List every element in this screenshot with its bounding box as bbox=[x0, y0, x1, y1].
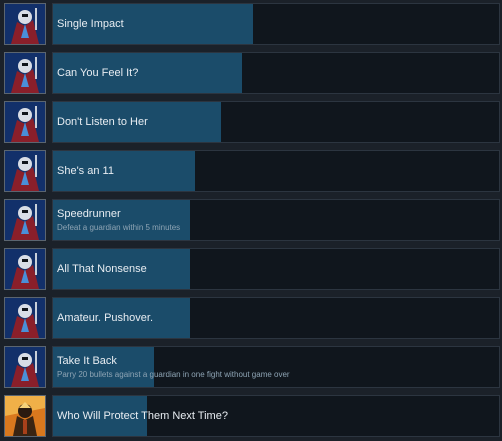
knight-icon bbox=[4, 199, 46, 241]
achievement-row[interactable]: All That Nonsense bbox=[0, 245, 502, 293]
achievement-row[interactable]: Can You Feel It? bbox=[0, 49, 502, 97]
knight-icon bbox=[4, 248, 46, 290]
progress-bar: She's an 11 bbox=[52, 150, 500, 192]
achievement-title: All That Nonsense bbox=[57, 263, 147, 275]
achievement-title: Take It Back bbox=[57, 355, 117, 367]
progress-fill bbox=[53, 347, 154, 387]
knight-icon bbox=[4, 150, 46, 192]
knight-icon bbox=[4, 3, 46, 45]
progress-bar: Single Impact bbox=[52, 3, 500, 45]
progress-bar: Take It Back Parry 20 bullets against a … bbox=[52, 346, 500, 388]
progress-bar: Who Will Protect Them Next Time? bbox=[52, 395, 500, 437]
achievement-title: Who Will Protect Them Next Time? bbox=[57, 410, 228, 422]
progress-bar: Amateur. Pushover. bbox=[52, 297, 500, 339]
achievement-list: Single Impact Can You Feel It? Don't Lis… bbox=[0, 0, 502, 441]
knight-icon bbox=[4, 297, 46, 339]
progress-bar: Can You Feel It? bbox=[52, 52, 500, 94]
progress-bar: Don't Listen to Her bbox=[52, 101, 500, 143]
progress-bar: Speedrunner Defeat a guardian within 5 m… bbox=[52, 199, 500, 241]
guardian-icon bbox=[4, 395, 46, 437]
achievement-row[interactable]: Don't Listen to Her bbox=[0, 98, 502, 146]
knight-icon bbox=[4, 346, 46, 388]
achievement-row[interactable]: Take It Back Parry 20 bullets against a … bbox=[0, 343, 502, 391]
achievement-description: Parry 20 bullets against a guardian in o… bbox=[57, 370, 290, 379]
knight-icon bbox=[4, 101, 46, 143]
knight-icon bbox=[4, 52, 46, 94]
achievement-row[interactable]: Who Will Protect Them Next Time? bbox=[0, 392, 502, 440]
achievement-title: Speedrunner bbox=[57, 208, 121, 220]
progress-fill bbox=[53, 200, 190, 240]
achievement-row[interactable]: Speedrunner Defeat a guardian within 5 m… bbox=[0, 196, 502, 244]
achievement-title: Single Impact bbox=[57, 18, 124, 30]
achievement-description: Defeat a guardian within 5 minutes bbox=[57, 223, 181, 232]
achievement-title: Can You Feel It? bbox=[57, 67, 139, 79]
achievement-row[interactable]: Single Impact bbox=[0, 0, 502, 48]
achievement-title: Amateur. Pushover. bbox=[57, 312, 153, 324]
progress-bar: All That Nonsense bbox=[52, 248, 500, 290]
achievement-row[interactable]: Amateur. Pushover. bbox=[0, 294, 502, 342]
achievement-title: She's an 11 bbox=[57, 165, 114, 177]
achievement-row[interactable]: She's an 11 bbox=[0, 147, 502, 195]
achievement-title: Don't Listen to Her bbox=[57, 116, 148, 128]
